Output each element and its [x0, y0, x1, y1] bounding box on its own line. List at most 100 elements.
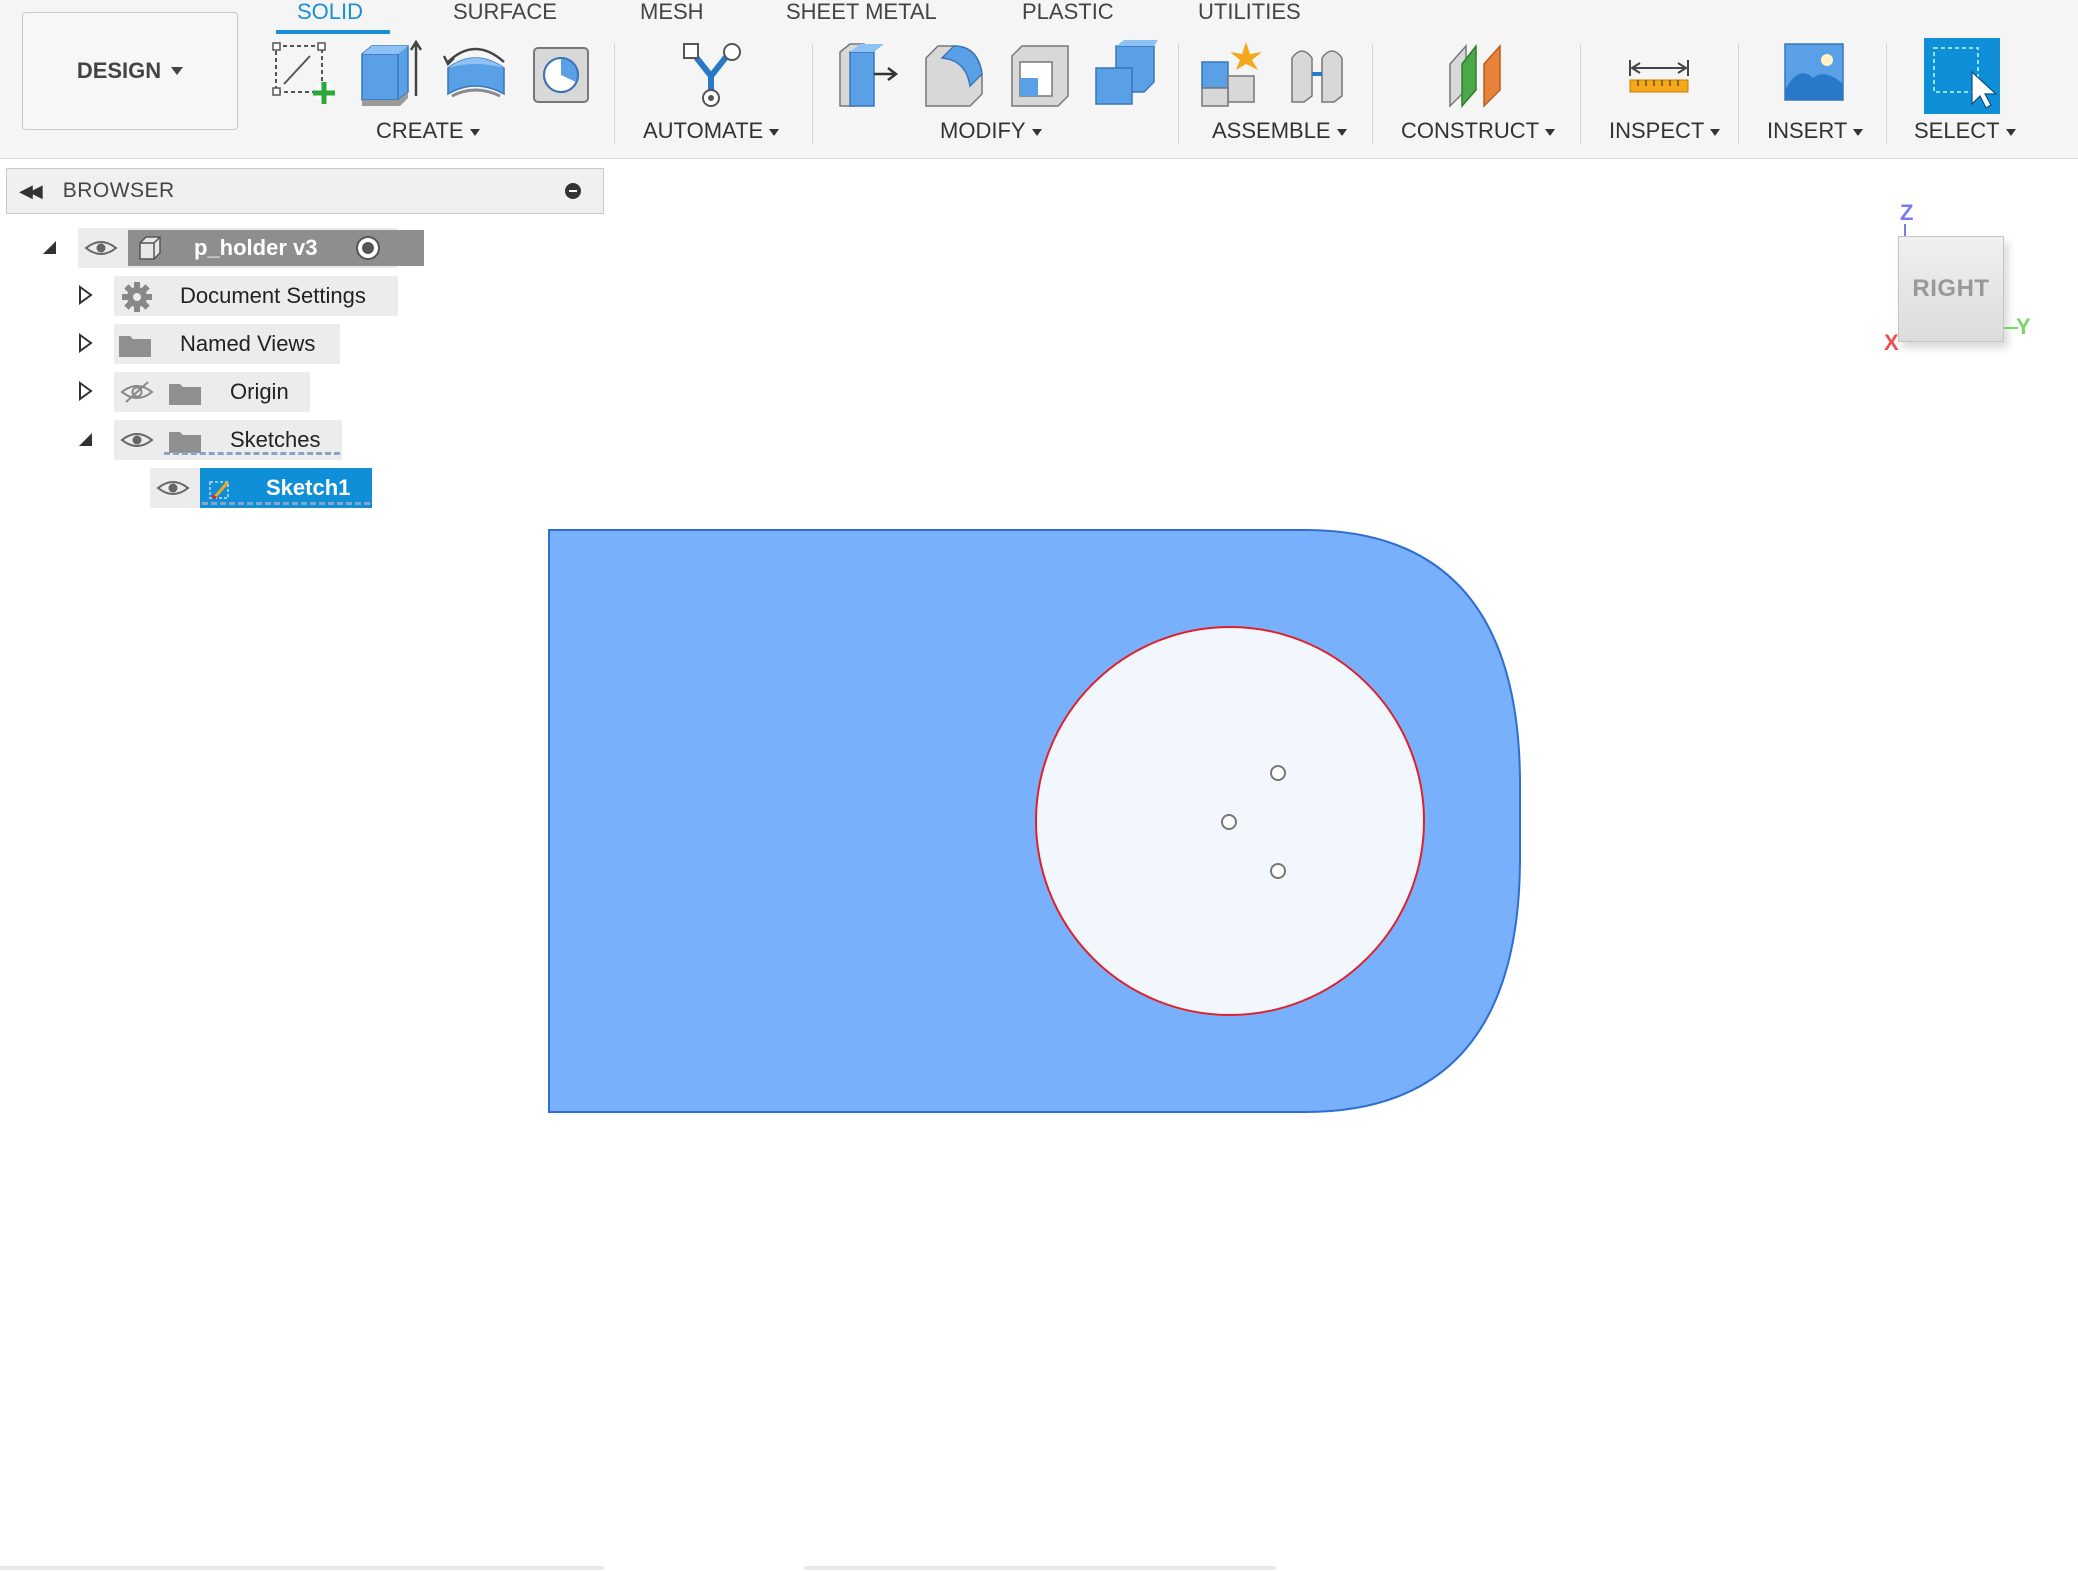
joint-icon[interactable]: [1284, 38, 1350, 110]
x-axis-label: X: [1884, 330, 1899, 355]
collapse-triangle-icon[interactable]: [40, 236, 58, 258]
browser-title: BROWSER: [62, 179, 175, 202]
collapse-panel-icon[interactable]: ◀◀: [19, 181, 43, 202]
tab-sheet-metal[interactable]: SHEET METAL: [786, 0, 937, 34]
browser-panel-header: ◀◀ BROWSER: [6, 168, 604, 214]
automate-icon[interactable]: [678, 38, 744, 110]
sketch-point[interactable]: [1270, 863, 1286, 879]
divider: [812, 44, 813, 144]
gear-icon: [122, 282, 152, 312]
press-pull-icon[interactable]: [834, 38, 900, 110]
chevron-down-icon: [469, 128, 480, 136]
named-views-label: Named Views: [180, 331, 316, 356]
select-icon[interactable]: [1924, 38, 2000, 114]
minimize-icon[interactable]: [565, 183, 581, 199]
y-axis-label: Y: [2016, 314, 2031, 339]
assemble-menu[interactable]: ASSEMBLE: [1212, 118, 1347, 144]
folder-icon: [119, 336, 151, 357]
revolve-icon[interactable]: [442, 38, 508, 110]
create-label: CREATE: [376, 118, 464, 143]
document-settings-label: Document Settings: [180, 283, 366, 308]
tab-mesh[interactable]: MESH: [640, 0, 704, 34]
folder-icon: [169, 432, 201, 453]
divider: [1886, 44, 1887, 144]
tab-utilities[interactable]: UTILITIES: [1198, 0, 1301, 34]
automate-menu[interactable]: AUTOMATE: [643, 118, 780, 144]
browser-root-row[interactable]: p_holder v3: [78, 228, 424, 268]
inspect-label: INSPECT: [1609, 118, 1705, 143]
sketch1-label: Sketch1: [266, 475, 351, 500]
active-tab-indicator: [276, 30, 390, 34]
sketch-icon: [209, 481, 230, 500]
chevron-down-icon: [1031, 128, 1042, 136]
chevron-down-icon: [1545, 128, 1556, 136]
divider: [1178, 44, 1179, 144]
eye-hidden-icon[interactable]: [120, 380, 154, 404]
chevron-down-icon: [171, 67, 184, 75]
sketches-label: Sketches: [230, 427, 321, 452]
browser-item-document-settings[interactable]: Document Settings: [114, 276, 398, 316]
measure-icon[interactable]: [1626, 38, 1692, 110]
sketch-underline: [202, 502, 370, 505]
viewcube-face[interactable]: RIGHT: [1898, 236, 2004, 342]
toolbar: DESIGN SOLID SURFACE MESH SHEET METAL PL…: [0, 0, 2078, 159]
sketch-point[interactable]: [1270, 765, 1286, 781]
chevron-down-icon: [1710, 128, 1721, 136]
chevron-down-icon: [2005, 128, 2016, 136]
divider: [1738, 44, 1739, 144]
design-workspace-button[interactable]: DESIGN: [22, 12, 238, 130]
shell-icon[interactable]: [1006, 38, 1072, 110]
folder-icon: [169, 384, 201, 405]
design-label: DESIGN: [76, 58, 162, 83]
select-label: SELECT: [1914, 118, 2000, 143]
eye-icon[interactable]: [156, 476, 190, 500]
expand-triangle-icon[interactable]: [76, 284, 94, 306]
divider: [1372, 44, 1373, 144]
construct-label: CONSTRUCT: [1401, 118, 1540, 143]
browser-item-sketches[interactable]: Sketches: [114, 420, 342, 460]
z-axis-label: Z: [1900, 200, 1914, 225]
combine-icon[interactable]: [1092, 38, 1158, 110]
viewcube[interactable]: Z RIGHT Y X: [1880, 200, 2031, 360]
tab-plastic[interactable]: PLASTIC: [1022, 0, 1114, 34]
tab-solid[interactable]: SOLID: [297, 0, 363, 34]
construct-menu[interactable]: CONSTRUCT: [1401, 118, 1556, 144]
create-menu[interactable]: CREATE: [376, 118, 480, 144]
eye-icon[interactable]: [84, 236, 118, 260]
bottom-panel-edge: [0, 1566, 604, 1570]
tab-surface[interactable]: SURFACE: [453, 0, 557, 34]
hole-icon[interactable]: [528, 38, 594, 110]
chevron-down-icon: [1336, 128, 1347, 136]
origin-label: Origin: [230, 379, 289, 404]
browser-item-named-views[interactable]: Named Views: [114, 324, 340, 364]
insert-label: INSERT: [1767, 118, 1848, 143]
insert-menu[interactable]: INSERT: [1767, 118, 1864, 144]
eye-icon[interactable]: [120, 428, 154, 452]
expand-triangle-icon[interactable]: [76, 380, 94, 402]
extrude-icon[interactable]: [356, 38, 422, 110]
activate-radio-icon[interactable]: [354, 234, 382, 262]
sketch-point[interactable]: [1221, 814, 1237, 830]
chevron-down-icon: [1853, 128, 1864, 136]
modify-menu[interactable]: MODIFY: [940, 118, 1042, 144]
browser-item-origin[interactable]: Origin: [114, 372, 310, 412]
assemble-label: ASSEMBLE: [1212, 118, 1331, 143]
automate-label: AUTOMATE: [643, 118, 764, 143]
create-sketch-icon[interactable]: [270, 38, 336, 110]
new-component-icon[interactable]: [1198, 38, 1264, 110]
browser-item-sketch1[interactable]: Sketch1: [150, 468, 372, 508]
viewcube-face-label: RIGHT: [1912, 275, 1990, 302]
fillet-icon[interactable]: [920, 38, 986, 110]
horizontal-scrollbar[interactable]: [804, 1566, 1276, 1570]
construct-plane-icon[interactable]: [1444, 38, 1510, 110]
inspect-menu[interactable]: INSPECT: [1609, 118, 1721, 144]
insert-image-icon[interactable]: [1781, 38, 1847, 110]
collapse-triangle-icon[interactable]: [76, 428, 94, 450]
select-menu[interactable]: SELECT: [1914, 118, 2016, 144]
modify-label: MODIFY: [940, 118, 1026, 143]
root-component-label: p_holder v3: [194, 235, 318, 260]
divider: [614, 44, 615, 144]
component-icon: [139, 236, 161, 260]
divider: [1580, 44, 1581, 144]
expand-triangle-icon[interactable]: [76, 332, 94, 354]
